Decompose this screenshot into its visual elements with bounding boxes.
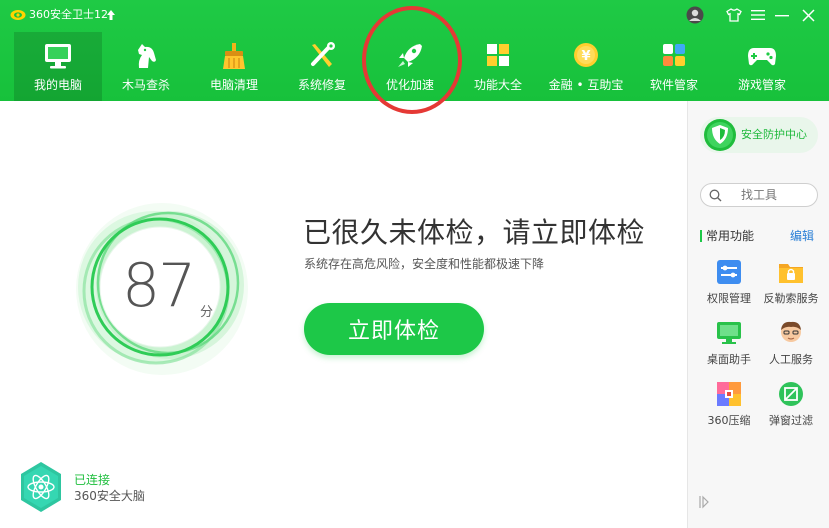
title-bar: 360安全卫士12 — [0, 0, 829, 30]
minimize-button[interactable] — [771, 5, 793, 25]
nav-label: 优化加速 — [385, 78, 434, 92]
main-nav: 我的电脑 木马查杀 电脑清理 系统修复 优化加速 功能大全 ¥ 金融 • 互助宝… — [12, 32, 812, 101]
nav-label: 软件管家 — [649, 78, 698, 92]
close-icon — [801, 8, 815, 22]
header-bar: 360安全卫士12 我的电脑 木马查杀 电脑清理 系统修复 优化加速 功能大全 … — [0, 0, 829, 101]
compress-icon — [717, 382, 741, 406]
folder-lock-icon — [779, 264, 803, 283]
section-title: 常用功能 — [706, 229, 755, 243]
gamepad-icon — [748, 48, 776, 66]
nav-label: 功能大全 — [473, 78, 522, 92]
nav-label: 电脑清理 — [209, 78, 258, 92]
skin-button[interactable] — [723, 5, 745, 25]
blocks-icon — [663, 44, 685, 66]
popup-filter-icon — [779, 382, 803, 406]
app-title: 360安全卫士12 — [29, 8, 108, 21]
user-avatar[interactable] — [684, 5, 706, 25]
close-button[interactable] — [797, 5, 819, 25]
score-unit: 分 — [200, 305, 214, 320]
hamburger-icon — [751, 10, 765, 20]
monitor-icon — [45, 44, 71, 69]
nav-label: 木马查杀 — [121, 78, 170, 92]
app-logo-icon — [10, 10, 26, 20]
tool-anti-ransom[interactable]: 反勒索服务 — [760, 259, 822, 315]
broom-icon — [223, 43, 245, 69]
tool-popup-filter[interactable]: 弹窗过滤 — [760, 381, 822, 437]
main-title: 已很久未体检，请立即体检 — [303, 216, 646, 249]
tool-label: 桌面助手 — [707, 353, 751, 366]
edit-link[interactable]: 编辑 — [790, 229, 814, 243]
nav-item-trojan[interactable]: 木马查杀 — [102, 32, 190, 101]
menu-button[interactable] — [747, 5, 769, 25]
score-value: 87 — [122, 251, 196, 321]
nav-label: 金融 • 互助宝 — [548, 78, 624, 92]
permission-icon — [717, 260, 741, 284]
nav-item-repair[interactable]: 系统修复 — [278, 32, 366, 101]
yuan-coin-icon: ¥ — [574, 43, 598, 67]
tshirt-icon — [726, 8, 742, 22]
tool-label: 弹窗过滤 — [769, 414, 813, 427]
nav-item-software[interactable]: 软件管家 — [630, 32, 718, 101]
tool-label: 人工服务 — [769, 353, 813, 366]
nav-item-finance[interactable]: ¥ 金融 • 互助宝 — [542, 32, 630, 101]
tool-label: 反勒索服务 — [763, 292, 819, 305]
nav-label: 我的电脑 — [33, 78, 82, 92]
shield-icon — [704, 119, 736, 151]
nav-item-my-pc[interactable]: 我的电脑 — [14, 32, 102, 101]
collapse-sidebar-icon[interactable] — [699, 495, 709, 509]
tool-search-box[interactable] — [700, 183, 818, 207]
tool-360-compress[interactable]: 360压缩 — [698, 381, 760, 437]
tool-human-service[interactable]: 人工服务 — [760, 320, 822, 376]
app-window: 360安全卫士12 我的电脑 木马查杀 电脑清理 系统修复 优化加速 功能大全 … — [0, 0, 829, 528]
grid-icon — [487, 44, 509, 66]
horse-icon — [138, 44, 156, 68]
nav-label: 系统修复 — [297, 78, 346, 92]
health-score-gauge: 87 分 — [72, 195, 252, 375]
right-sidebar: 安全防护中心 常用功能 编辑 权限管理 — [687, 101, 829, 528]
nav-item-games[interactable]: 游戏管家 — [718, 32, 806, 101]
tool-label: 360压缩 — [707, 414, 751, 427]
search-icon — [709, 189, 722, 202]
support-person-icon — [781, 321, 801, 342]
tool-search-input[interactable] — [741, 188, 811, 202]
svg-text:¥: ¥ — [581, 49, 590, 64]
security-center-button[interactable]: 安全防护中心 — [700, 117, 818, 153]
brain-name: 360安全大脑 — [74, 489, 145, 503]
nav-item-features[interactable]: 功能大全 — [454, 32, 542, 101]
minimize-icon — [775, 15, 789, 17]
check-now-button[interactable]: 立即体检 — [304, 303, 484, 355]
nav-label: 游戏管家 — [737, 78, 786, 92]
nav-item-cleanup[interactable]: 电脑清理 — [190, 32, 278, 101]
tool-permission-manage[interactable]: 权限管理 — [698, 259, 760, 315]
brain-connection-status: 已连接 — [74, 473, 111, 487]
desktop-assistant-icon — [717, 322, 741, 344]
main-subtitle: 系统存在高危风险，安全度和性能都极速下降 — [304, 257, 545, 271]
upgrade-arrow-icon[interactable] — [106, 9, 116, 21]
section-accent-bar — [700, 230, 702, 242]
security-center-label: 安全防护中心 — [741, 128, 807, 141]
brain-hexagon-icon — [21, 462, 61, 512]
tool-label: 权限管理 — [707, 292, 751, 305]
nav-item-speedup[interactable]: 优化加速 — [366, 32, 454, 101]
avatar-icon — [686, 6, 704, 24]
tools-icon — [311, 42, 335, 67]
common-functions-header: 常用功能 编辑 — [700, 228, 818, 244]
rocket-icon — [398, 44, 422, 67]
tool-desktop-assistant[interactable]: 桌面助手 — [698, 320, 760, 376]
